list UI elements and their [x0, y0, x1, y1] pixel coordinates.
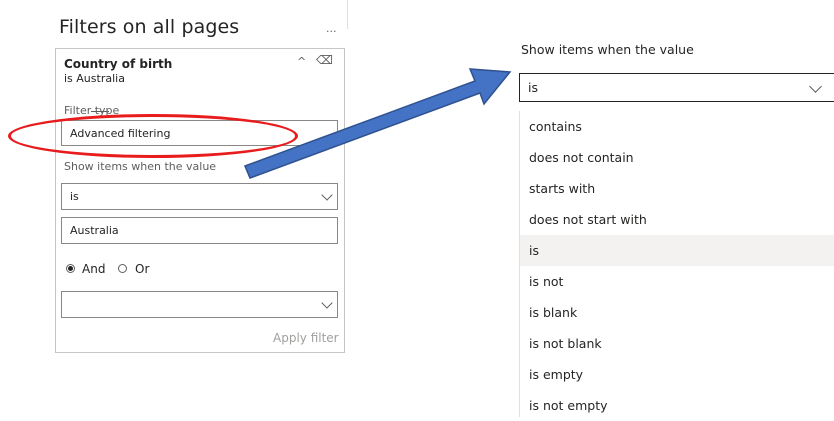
chevron-down-icon [809, 80, 822, 93]
option-item[interactable]: is empty [520, 359, 834, 390]
option-item[interactable]: does not start with [520, 204, 834, 235]
option-item[interactable]: does not contain [520, 142, 834, 173]
option-item[interactable]: starts with [520, 173, 834, 204]
condition-select[interactable]: is [519, 73, 834, 102]
dropdown-label: Show items when the value [521, 42, 694, 57]
option-item-selected[interactable]: is [520, 235, 834, 266]
option-item[interactable]: is not [520, 266, 834, 297]
condition-select-value: is [528, 80, 538, 95]
option-item[interactable]: contains [520, 111, 834, 142]
option-item[interactable]: is not blank [520, 328, 834, 359]
arrow-shape [244, 68, 512, 179]
option-item[interactable]: is blank [520, 297, 834, 328]
option-item[interactable]: is not empty [520, 390, 834, 421]
condition-options-list: contains does not contain starts with do… [519, 111, 834, 417]
